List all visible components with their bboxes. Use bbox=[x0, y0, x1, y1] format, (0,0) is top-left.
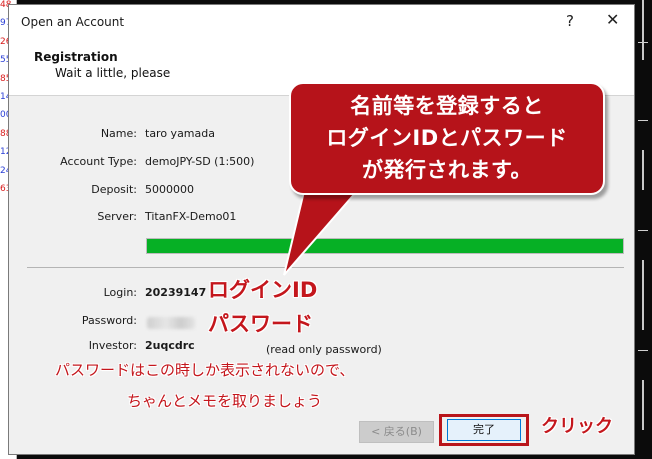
deposit-value: 5000000 bbox=[145, 183, 194, 196]
annotation-note-line-2: ちゃんとメモを取りましょう bbox=[127, 392, 323, 410]
annotation-note-line-1: パスワードはこの時しか表示されないので、 bbox=[55, 361, 355, 379]
server-value: TitanFX-Demo01 bbox=[145, 210, 237, 223]
callout-box: 名前等を登録すると ログインIDとパスワード が発行されます。 bbox=[289, 82, 605, 195]
server-label: Server: bbox=[97, 210, 137, 223]
password-value-blurred bbox=[147, 317, 195, 329]
investor-note: (read only password) bbox=[266, 343, 382, 356]
close-icon[interactable]: ✕ bbox=[606, 10, 619, 29]
annotation-login-id: ログインID bbox=[208, 278, 318, 302]
callout-line-3: が発行されます。 bbox=[362, 158, 532, 182]
callout-line-2: ログインIDとパスワード bbox=[326, 126, 568, 150]
investor-value: 2uqcdrc bbox=[145, 339, 195, 352]
registration-title: Registration bbox=[34, 50, 118, 64]
chart-dash bbox=[638, 350, 648, 351]
callout-tail bbox=[283, 183, 366, 276]
annotation-password: パスワード bbox=[208, 312, 313, 336]
investor-label: Investor: bbox=[88, 339, 137, 352]
help-icon[interactable]: ? bbox=[566, 12, 574, 30]
name-value: taro yamada bbox=[145, 127, 215, 140]
finish-button[interactable]: 完了 bbox=[447, 419, 521, 441]
chart-candle bbox=[642, 260, 644, 330]
login-label: Login: bbox=[103, 286, 137, 299]
chart-dash bbox=[638, 42, 648, 43]
chart-candle bbox=[642, 380, 644, 430]
name-label: Name: bbox=[100, 127, 137, 140]
dialog-titlebar[interactable]: Open an Account ? ✕ bbox=[9, 5, 634, 38]
registration-subtitle: Wait a little, please bbox=[55, 66, 171, 80]
account-type-label: Account Type: bbox=[60, 155, 137, 168]
deposit-label: Deposit: bbox=[91, 183, 137, 196]
chart-candle bbox=[642, 150, 644, 190]
account-type-value: demoJPY-SD (1:500) bbox=[145, 155, 255, 168]
password-label: Password: bbox=[81, 314, 137, 327]
chart-area-right bbox=[636, 0, 652, 459]
callout-line-1: 名前等を登録すると bbox=[350, 94, 544, 118]
annotation-click: クリック bbox=[541, 416, 613, 437]
login-value: 20239147 bbox=[145, 286, 207, 299]
chart-dash bbox=[638, 120, 648, 121]
chart-dash bbox=[638, 230, 648, 231]
dialog-title: Open an Account bbox=[21, 15, 125, 29]
chart-candle bbox=[642, 0, 644, 60]
back-button[interactable]: < 戻る(B) bbox=[359, 421, 434, 443]
